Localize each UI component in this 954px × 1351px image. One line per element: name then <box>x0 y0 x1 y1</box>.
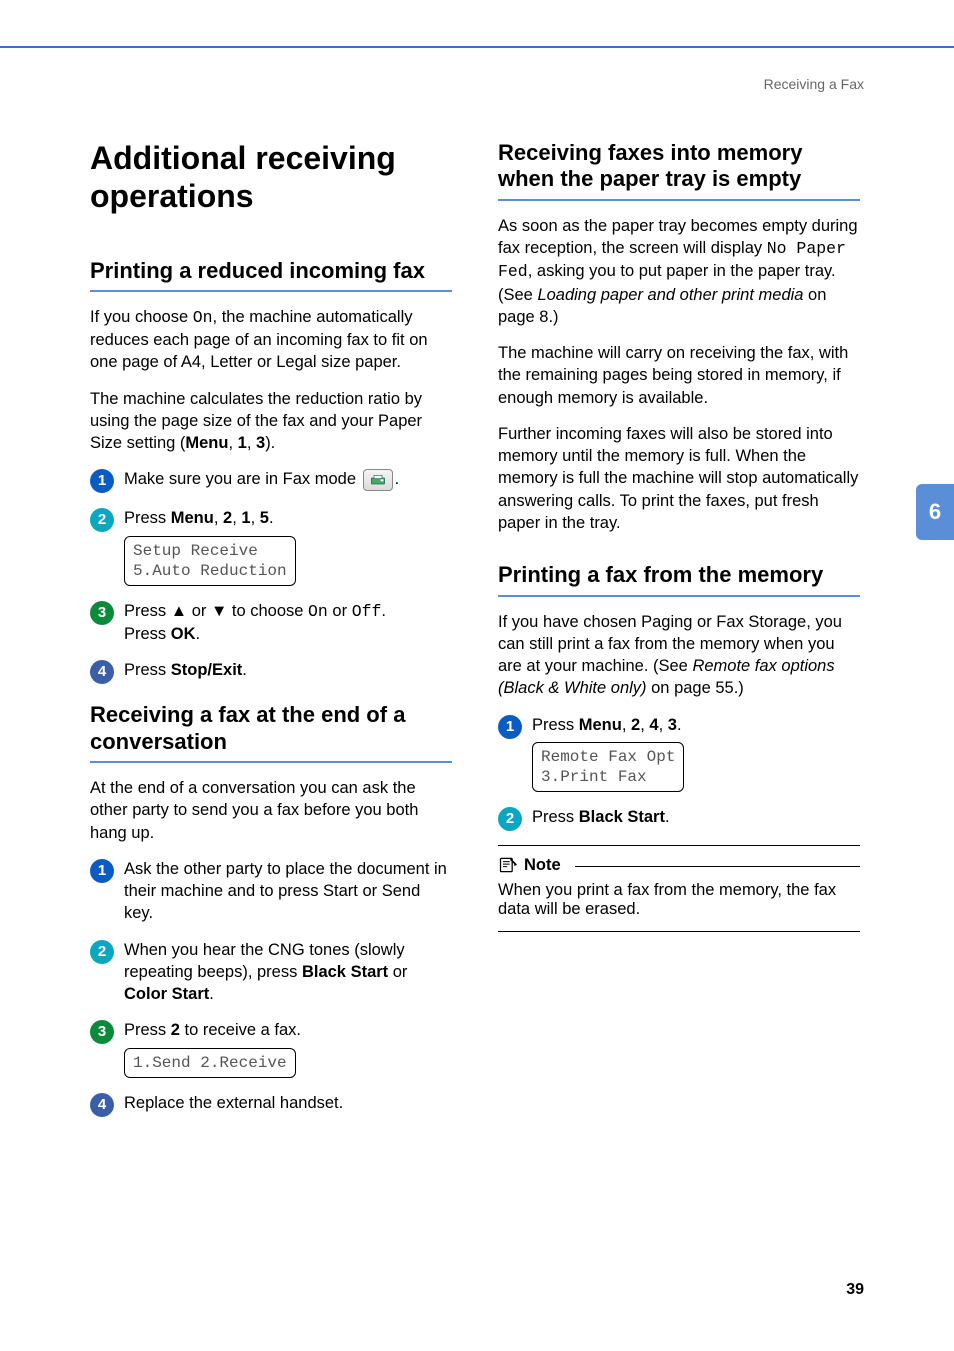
content-columns: Additional receiving operations Printing… <box>90 140 860 1131</box>
step-3: 3 Press ▲ or ▼ to choose On or Off. Pres… <box>90 600 452 646</box>
left-column: Additional receiving operations Printing… <box>90 140 452 1131</box>
step-4: 4 Replace the external handset. <box>90 1092 452 1117</box>
right-column: Receiving faxes into memory when the pap… <box>498 140 860 1131</box>
step-badge-4: 4 <box>90 660 114 684</box>
step-2: 2 Press Black Start. <box>498 806 860 831</box>
step-1: 1 Ask the other party to place the docum… <box>90 858 452 925</box>
step-1: 1 Press Menu, 2, 4, 3. Remote Fax Opt 3.… <box>498 714 860 792</box>
chapter-tab: 6 <box>916 484 954 540</box>
lcd-display: Setup Receive 5.Auto Reduction <box>124 536 296 586</box>
running-head: Receiving a Fax <box>764 76 864 92</box>
note-body: When you print a fax from the memory, th… <box>498 881 860 919</box>
paragraph: The machine will carry on receiving the … <box>498 342 860 409</box>
top-rule <box>0 46 954 48</box>
paragraph: If you have chosen Paging or Fax Storage… <box>498 611 860 700</box>
subheading-end-of-conversation: Receiving a fax at the end of a conversa… <box>90 702 452 763</box>
paragraph: At the end of a conversation you can ask… <box>90 777 452 844</box>
subheading-print-from-memory: Printing a fax from the memory <box>498 562 860 596</box>
subheading-reduced-fax: Printing a reduced incoming fax <box>90 258 452 292</box>
step-badge-1: 1 <box>90 469 114 493</box>
step-badge-1: 1 <box>498 715 522 739</box>
paragraph: Further incoming faxes will also be stor… <box>498 423 860 534</box>
paragraph: As soon as the paper tray becomes empty … <box>498 215 860 328</box>
lcd-display: 1.Send 2.Receive <box>124 1048 296 1078</box>
step-badge-4: 4 <box>90 1093 114 1117</box>
step-badge-3: 3 <box>90 1020 114 1044</box>
fax-mode-icon <box>363 469 393 491</box>
step-2: 2 Press Menu, 2, 1, 5. Setup Receive 5.A… <box>90 507 452 585</box>
step-badge-1: 1 <box>90 859 114 883</box>
step-badge-2: 2 <box>90 508 114 532</box>
note-icon <box>498 856 518 874</box>
step-4: 4 Press Stop/Exit. <box>90 659 452 684</box>
paragraph: The machine calculates the reduction rat… <box>90 388 452 455</box>
step-badge-2: 2 <box>498 807 522 831</box>
step-3: 3 Press 2 to receive a fax. 1.Send 2.Rec… <box>90 1019 452 1077</box>
step-2: 2 When you hear the CNG tones (slowly re… <box>90 939 452 1006</box>
step-badge-2: 2 <box>90 940 114 964</box>
note-title: Note <box>524 856 561 875</box>
note-block: Note When you print a fax from the memor… <box>498 845 860 932</box>
page: Receiving a Fax 6 Additional receiving o… <box>0 0 954 1351</box>
section-heading: Additional receiving operations <box>90 140 452 216</box>
step-1: 1 Make sure you are in Fax mode . <box>90 468 452 493</box>
paragraph: If you choose On, the machine automatica… <box>90 306 452 374</box>
page-number: 39 <box>846 1281 864 1299</box>
subheading-memory-empty-tray: Receiving faxes into memory when the pap… <box>498 140 860 201</box>
lcd-display: Remote Fax Opt 3.Print Fax <box>532 742 684 792</box>
step-badge-3: 3 <box>90 601 114 625</box>
